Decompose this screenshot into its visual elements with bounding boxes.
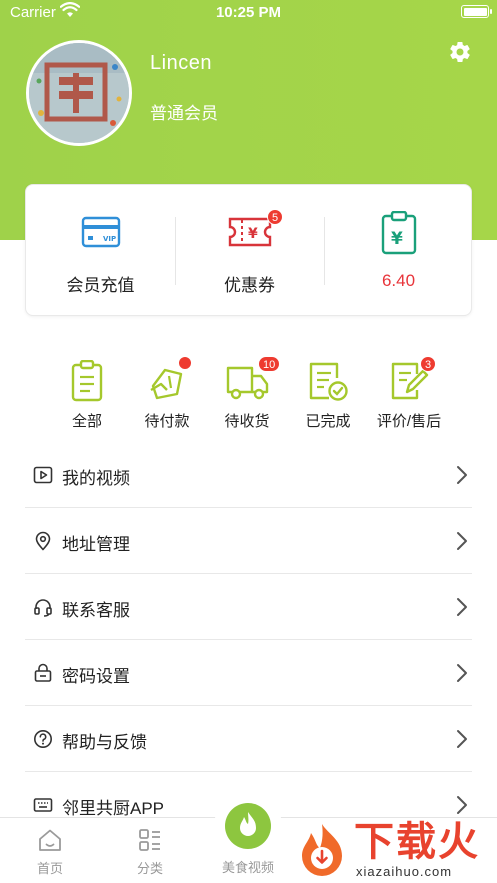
chevron-right-icon (457, 598, 467, 616)
coupon-count-badge: 5 (267, 209, 284, 225)
tab-home[interactable]: 首页 (0, 818, 100, 883)
lock-icon (34, 663, 52, 682)
order-status-bar: 全部 待付款 10 待收货 已完成 3 评价/售后 (0, 352, 497, 438)
menu-item-password[interactable]: 密码设置 (25, 640, 472, 706)
order-pending-payment[interactable]: 待付款 (127, 352, 207, 438)
watermark: 下载火 xiazaihuo.com (292, 816, 497, 883)
pending-payment-dot (178, 356, 192, 370)
order-all[interactable]: 全部 (47, 352, 127, 438)
wallet-label-recharge: 会员充值 (66, 276, 135, 295)
location-pin-icon (35, 531, 51, 551)
chevron-right-icon (457, 796, 467, 814)
avatar[interactable] (26, 40, 132, 146)
flame-logo-icon (302, 824, 342, 876)
menu-item-customer-service[interactable]: 联系客服 (25, 574, 472, 640)
keyboard-icon (33, 798, 53, 812)
flame-icon (240, 812, 256, 836)
tab-category[interactable]: 分类 (100, 818, 200, 883)
menu-item-address[interactable]: 地址管理 (25, 508, 472, 574)
membership-level: 普通会员 (150, 104, 218, 123)
coupon-icon: ¥ (228, 217, 271, 247)
watermark-url: xiazaihuo.com (356, 864, 453, 879)
chevron-right-icon (457, 664, 467, 682)
wallet-item-coupon[interactable]: ¥ 5 优惠券 (175, 185, 324, 317)
wallet-card: VIP 会员充值 ¥ 5 优惠券 ¥ 6.40 (25, 184, 472, 316)
chevron-right-icon (457, 532, 467, 550)
svg-text:¥: ¥ (391, 229, 403, 249)
clock: 10:25 PM (215, 4, 282, 21)
menu-label: 地址管理 (62, 535, 130, 554)
wallet-item-recharge[interactable]: VIP 会员充值 (26, 185, 175, 317)
svg-text:VIP: VIP (103, 235, 116, 243)
tab-label-category: 分类 (136, 861, 163, 876)
status-bar: Carrier 10:25 PM (0, 0, 497, 26)
balance-clipboard-icon: ¥ (381, 211, 416, 255)
menu-label: 联系客服 (62, 601, 130, 620)
settings-menu: 我的视频 地址管理 联系客服 密码设置 帮助与反馈 邻里共厨APP (25, 442, 472, 838)
user-name[interactable]: Lincen (150, 52, 212, 75)
home-icon (39, 829, 61, 851)
vip-card-icon: VIP (81, 216, 120, 248)
completed-icon (309, 362, 348, 401)
avatar-photo (29, 43, 129, 143)
chevron-right-icon (457, 466, 467, 484)
watermark-title: 下载火 (354, 820, 480, 864)
wallet-item-balance[interactable]: ¥ 6.40 (324, 185, 473, 317)
order-review-aftersale[interactable]: 3 评价/售后 (369, 352, 449, 438)
battery-icon (461, 5, 492, 18)
review-count-badge: 3 (420, 356, 437, 372)
order-label-review-aftersale: 评价/售后 (376, 413, 442, 430)
order-pending-receipt[interactable]: 10 待收货 (207, 352, 287, 438)
menu-item-help-feedback[interactable]: 帮助与反馈 (25, 706, 472, 772)
tab-label-food-video: 美食视频 (221, 860, 274, 875)
video-icon (33, 466, 53, 484)
settings-gear-icon[interactable] (448, 40, 472, 64)
menu-label: 我的视频 (62, 469, 130, 488)
help-icon (34, 730, 52, 748)
chevron-right-icon (457, 730, 467, 748)
menu-label: 密码设置 (62, 667, 130, 686)
menu-label: 邻里共厨APP (62, 799, 165, 818)
wallet-balance-value: 6.40 (381, 271, 416, 290)
order-completed[interactable]: 已完成 (288, 352, 368, 438)
category-icon (139, 829, 160, 851)
tab-label-home: 首页 (36, 861, 63, 876)
headset-icon (34, 599, 52, 617)
tab-food-video[interactable] (225, 803, 271, 849)
clipboard-icon (71, 360, 103, 402)
svg-text:¥: ¥ (248, 226, 258, 242)
menu-label: 帮助与反馈 (62, 733, 147, 752)
menu-item-my-videos[interactable]: 我的视频 (25, 442, 472, 508)
wallet-label-coupon: 优惠券 (224, 276, 275, 295)
pending-receipt-badge: 10 (258, 356, 281, 372)
